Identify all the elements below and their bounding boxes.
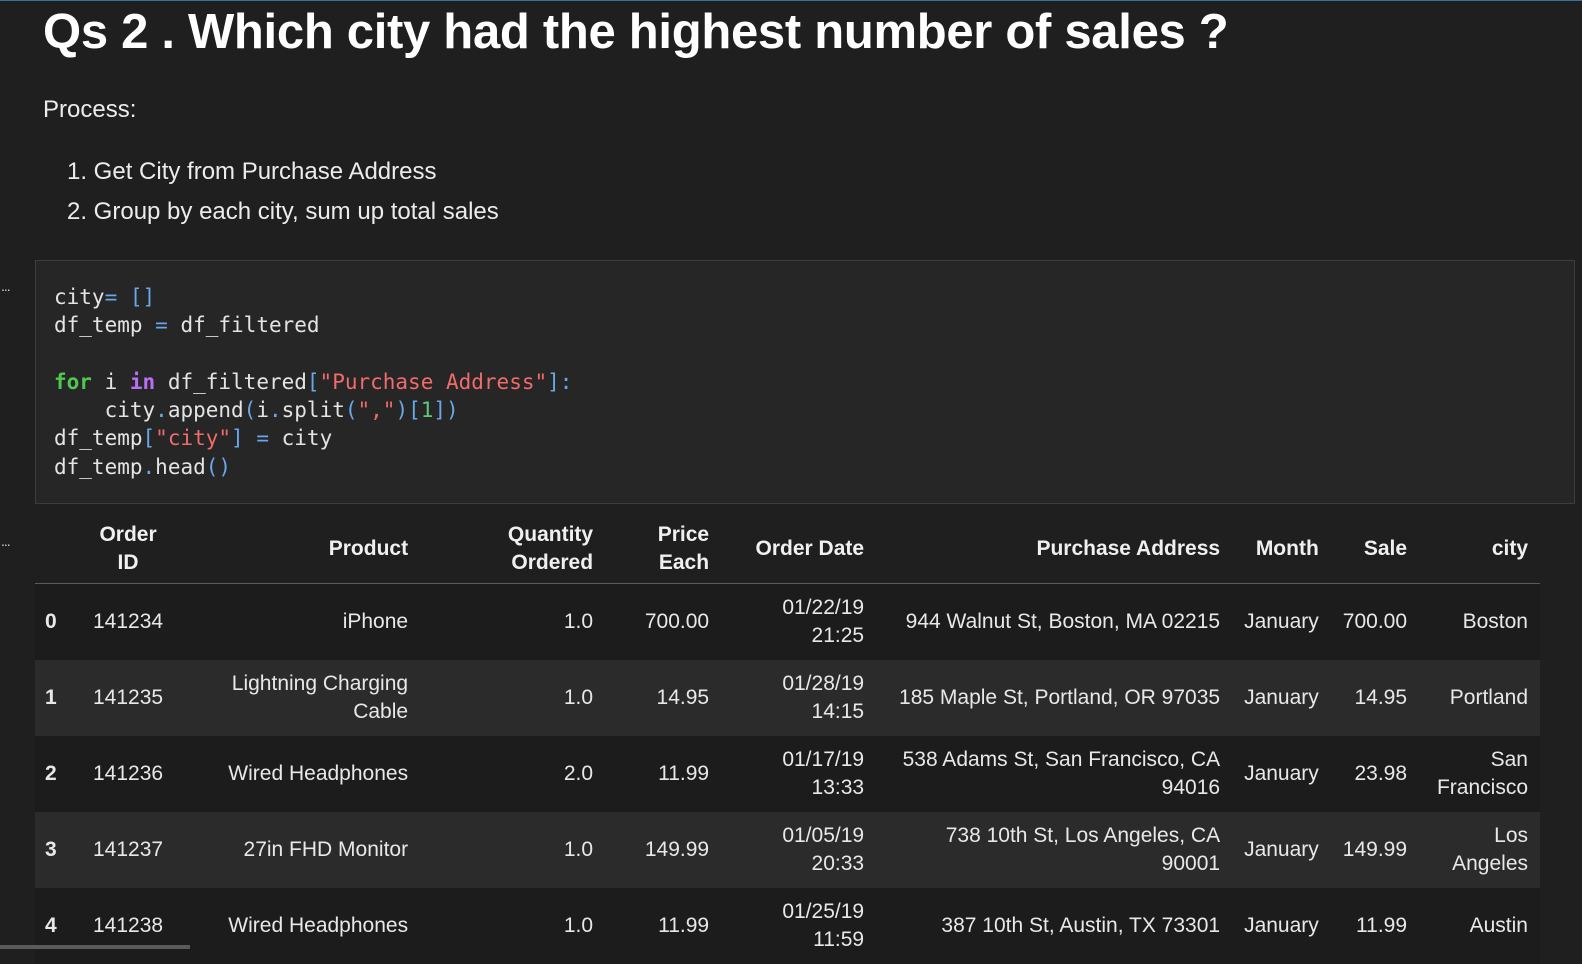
cell-order-date: 01/05/19 20:33 xyxy=(782,824,865,875)
cell-product: Lightning Charging Cable xyxy=(231,672,409,723)
cell-product: iPhone xyxy=(342,610,409,633)
cell-month: January xyxy=(1244,610,1319,633)
process-step: 1. Get City from Purchase Address xyxy=(67,158,437,185)
code-editor[interactable]: city= [] df_temp = df_filtered for i in … xyxy=(54,283,572,481)
col-header-order-date: Order Date xyxy=(721,515,877,584)
cell-order-id: 141237 xyxy=(93,837,164,861)
table-row: 4 141238 Wired Headphones 1.0 11.99 01/2… xyxy=(35,887,1540,964)
cell-purchase-address: 944 Walnut St, Boston, MA 02215 xyxy=(905,610,1221,633)
cell-month: January xyxy=(1244,685,1319,709)
cell-city: Boston xyxy=(1462,610,1528,633)
cell-quantity: 1.0 xyxy=(563,913,594,937)
cell-city: Austin xyxy=(1469,913,1528,937)
col-header-month: Month xyxy=(1232,515,1331,584)
process-steps: 1. Get City from Purchase Address 2. Gro… xyxy=(67,155,499,235)
col-header-quantity: Quantity Ordered xyxy=(420,515,606,584)
cell-order-date: 01/17/19 13:33 xyxy=(782,748,865,799)
cell-quantity: 1.0 xyxy=(563,610,594,633)
cell-purchase-address: 738 10th St, Los Angeles, CA 90001 xyxy=(945,824,1221,875)
col-header-price: Price Each xyxy=(605,515,722,584)
cell-sale: 23.98 xyxy=(1354,761,1408,785)
process-step: 2. Group by each city, sum up total sale… xyxy=(67,198,499,225)
col-header-index xyxy=(35,515,81,584)
code-line: df_temp.head() xyxy=(54,454,232,479)
cell-city: Los Angeles xyxy=(1452,824,1528,875)
question-heading: Qs 2 . Which city had the highest number… xyxy=(43,5,1229,59)
cell-order-date: 01/28/19 14:15 xyxy=(782,672,865,723)
cell-price: 149.99 xyxy=(644,837,710,861)
cell-quantity: 2.0 xyxy=(563,761,594,785)
cell-order-date: 01/22/19 21:25 xyxy=(782,596,865,647)
table-row: 0 141234 iPhone 1.0 700.00 01/22/19 21:2… xyxy=(35,583,1540,660)
col-header-order-id: Order ID xyxy=(81,515,176,584)
row-index: 2 xyxy=(45,761,57,785)
process-label: Process: xyxy=(43,96,137,123)
cell-price: 11.99 xyxy=(658,913,710,937)
cell-month: January xyxy=(1244,761,1319,785)
table-header-row: Order ID Product Quantity Ordered Price Eac… xyxy=(35,515,1540,584)
cell-product: 27in FHD Monitor xyxy=(243,837,409,861)
cell-city: San Francisco xyxy=(1436,748,1528,799)
cell-month: January xyxy=(1244,837,1319,861)
code-line: df_temp = df_filtered xyxy=(54,313,320,338)
col-header-purchase-address: Purchase Address xyxy=(876,515,1233,584)
row-index: 4 xyxy=(45,913,57,937)
cell-quantity: 1.0 xyxy=(563,685,594,709)
cell-purchase-address: 538 Adams St, San Francisco, CA 94016 xyxy=(902,748,1221,799)
cell-order-id: 141234 xyxy=(93,610,164,633)
table-row: 3 141237 27in FHD Monitor 1.0 149.99 01/… xyxy=(35,811,1540,888)
cell-sale: 700.00 xyxy=(1342,610,1408,633)
table-row: 1 141235 Lightning Charging Cable 1.0 14… xyxy=(35,659,1540,736)
table-row: 2 141236 Wired Headphones 2.0 11.99 01/1… xyxy=(35,735,1540,812)
dataframe-output: Order ID Product Quantity Ordered Price Eac… xyxy=(35,515,1540,964)
cell-purchase-address: 185 Maple St, Portland, OR 97035 xyxy=(899,685,1221,709)
cell-order-id: 141238 xyxy=(93,913,164,937)
row-index: 0 xyxy=(45,610,57,633)
horizontal-scrollbar[interactable] xyxy=(0,945,190,949)
cell-price: 14.95 xyxy=(656,685,710,709)
cell-city: Portland xyxy=(1449,685,1528,709)
cell-sale: 14.95 xyxy=(1354,685,1408,709)
cell-order-id: 141235 xyxy=(93,685,164,709)
cell-purchase-address: 387 10th St, Austin, TX 73301 xyxy=(941,913,1221,937)
row-index: 1 xyxy=(45,685,57,709)
code-line: city= [] xyxy=(54,285,156,309)
cell-product: Wired Headphones xyxy=(228,913,409,937)
cell-sale: 149.99 xyxy=(1342,837,1408,861)
col-header-city: city xyxy=(1419,515,1540,584)
cell-price: 700.00 xyxy=(644,610,710,633)
row-index: 3 xyxy=(45,837,57,861)
cell-sale: 11.99 xyxy=(1356,913,1408,937)
cell-product: Wired Headphones xyxy=(228,761,409,785)
cell-order-date: 01/25/19 11:59 xyxy=(782,900,865,951)
output-menu-icon[interactable]: ... xyxy=(1,533,11,549)
cell-menu-icon[interactable]: ... xyxy=(1,278,11,294)
cell-price: 11.99 xyxy=(658,761,710,785)
cell-order-id: 141236 xyxy=(93,761,164,785)
col-header-sale: Sale xyxy=(1330,515,1420,584)
code-line: city.append(i.split(",")[1]) xyxy=(54,398,459,423)
code-line: for i in df_filtered["Purchase Address"]… xyxy=(54,369,573,394)
code-cell[interactable]: city= [] df_temp = df_filtered for i in … xyxy=(35,260,1575,504)
col-header-product: Product xyxy=(175,515,421,584)
cell-month: January xyxy=(1244,913,1319,937)
top-border xyxy=(0,0,1582,1)
code-line: df_temp["city"] = city xyxy=(54,426,333,451)
cell-quantity: 1.0 xyxy=(563,837,594,861)
